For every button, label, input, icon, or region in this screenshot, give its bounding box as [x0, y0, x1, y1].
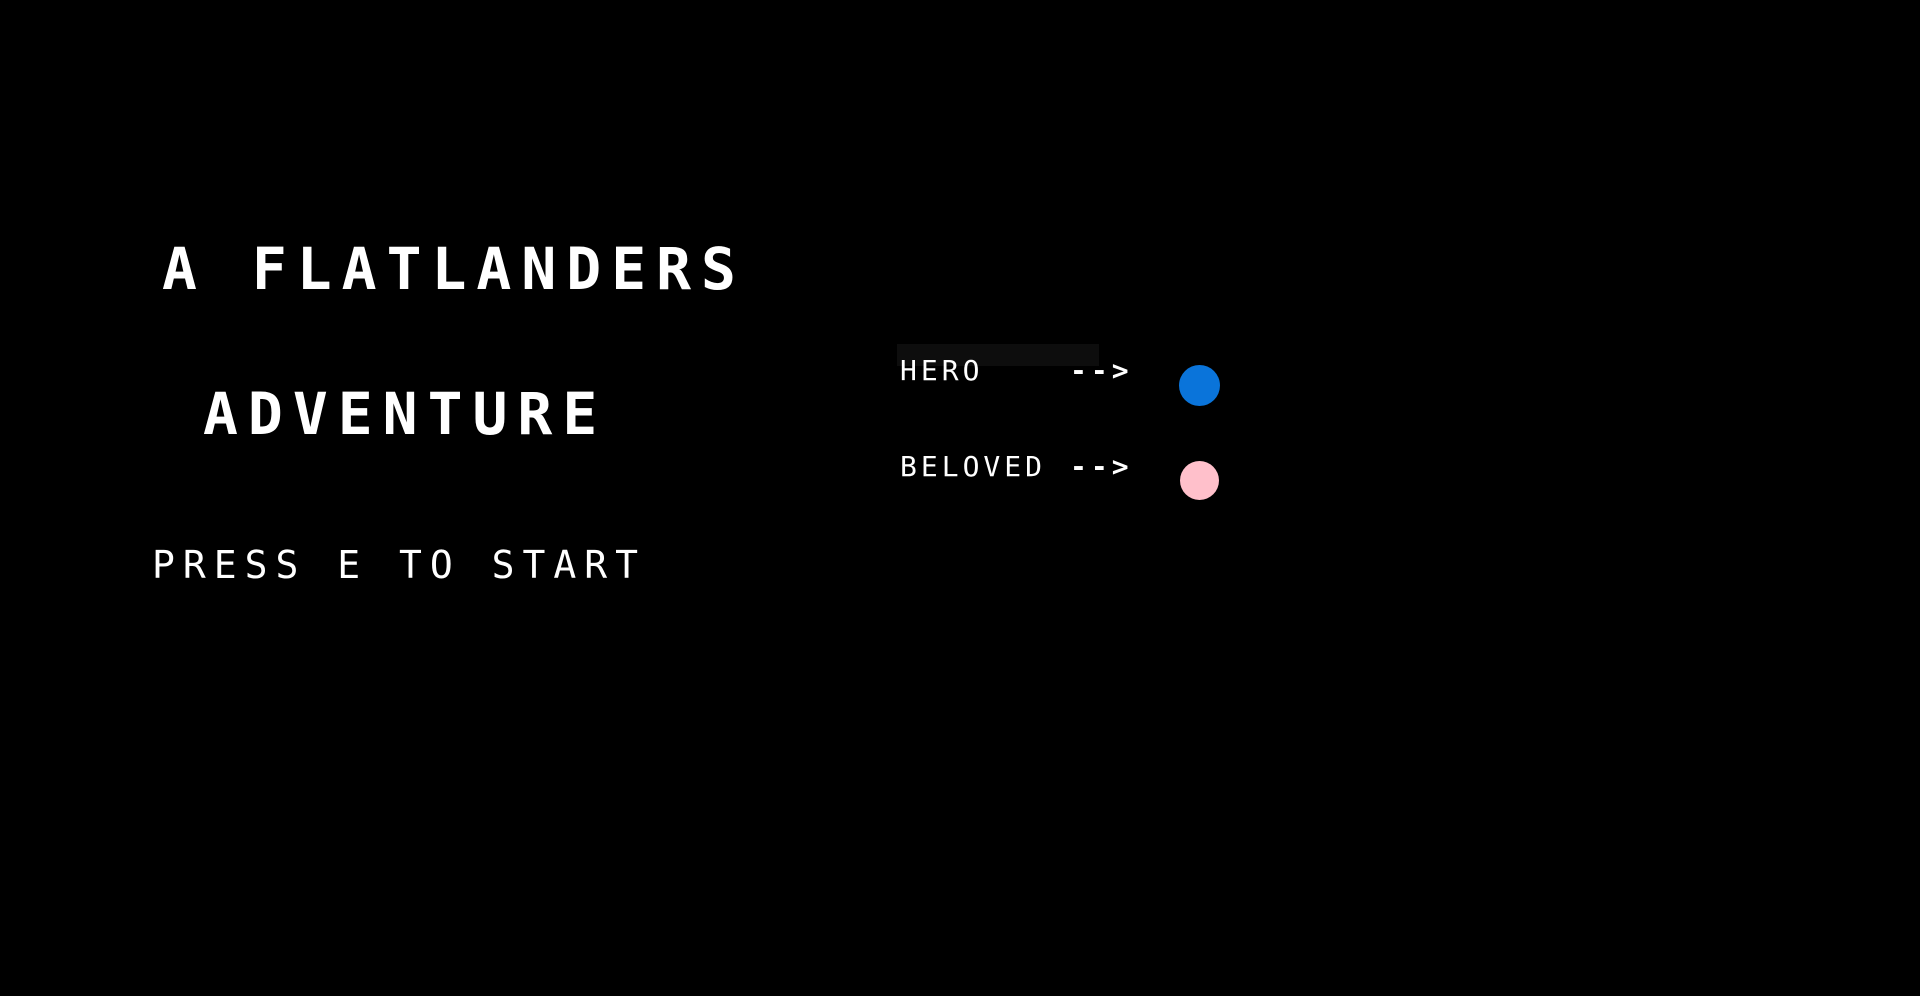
game-title-line-2: ADVENTURE [203, 380, 608, 448]
hero-label: HERO [900, 354, 984, 387]
start-prompt: PRESS E TO START [152, 543, 647, 587]
hero-circle-icon [1179, 365, 1220, 406]
game-title-line-1: A FLATLANDERS [162, 235, 746, 303]
hero-arrow: --> [1070, 354, 1133, 387]
game-title-screen[interactable]: A FLATLANDERS ADVENTURE PRESS E TO START… [0, 0, 1920, 996]
beloved-label: BELOVED [900, 450, 1047, 483]
beloved-circle-icon [1180, 461, 1219, 500]
beloved-arrow: --> [1070, 450, 1133, 483]
